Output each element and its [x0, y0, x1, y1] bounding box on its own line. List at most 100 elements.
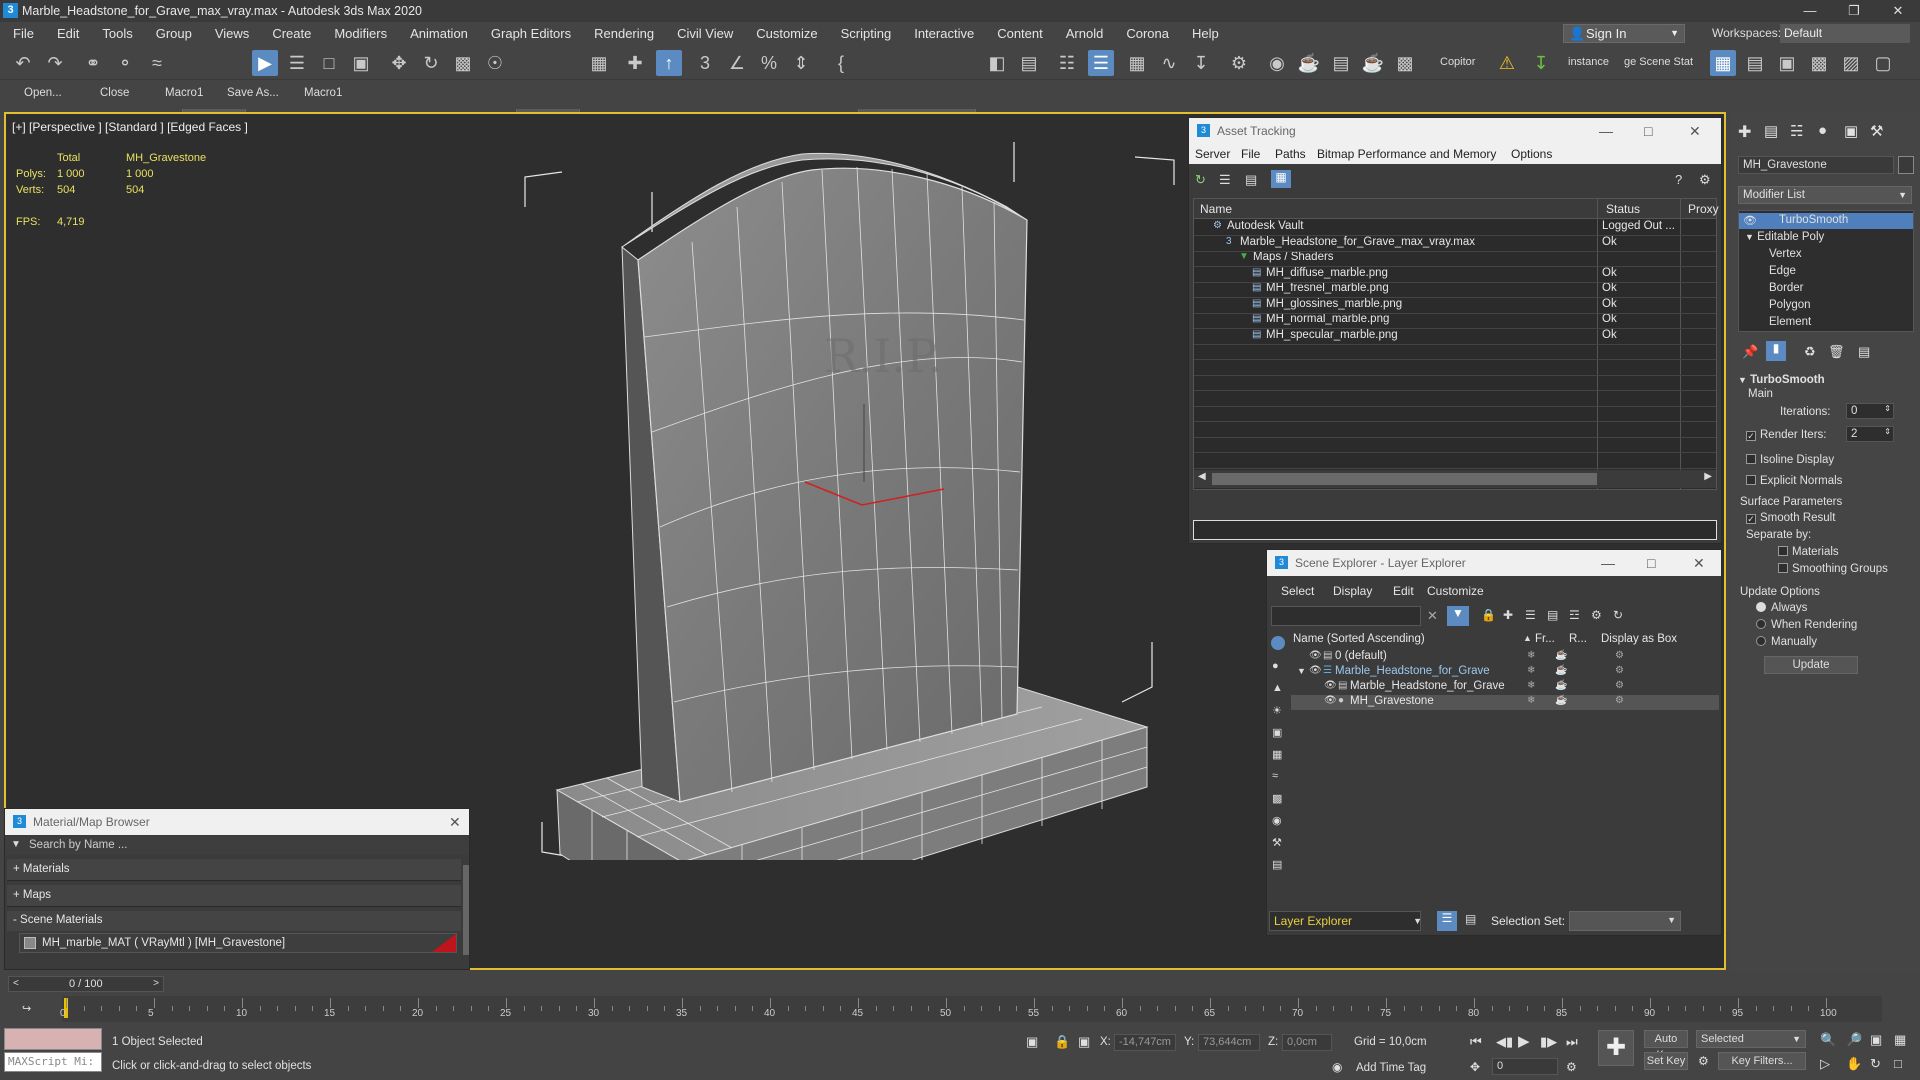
eye-icon[interactable]: 👁 [1309, 650, 1322, 661]
eye-icon[interactable]: 👁 [1324, 695, 1337, 706]
stack-item-editable-poly[interactable]: ▼ Editable Poly [1745, 231, 1824, 243]
material-browser-panel[interactable]: 3 Material/Map Browser ✕ ▼ Search by Nam… [4, 808, 470, 970]
asset-row[interactable]: ▤ MH_diffuse_marble.png [1194, 267, 1597, 282]
material-search-input[interactable]: Search by Name ... [29, 839, 127, 851]
help-icon[interactable]: ? [1675, 172, 1682, 187]
utilities-tab-icon[interactable]: ⚒ [1870, 122, 1883, 140]
col-render[interactable]: R... [1569, 633, 1587, 645]
geometry-icon[interactable]: ● [1272, 660, 1279, 672]
at-menu-options[interactable]: Options [1511, 147, 1552, 161]
x-coordinate-field[interactable]: -14,747cm [1114, 1034, 1176, 1051]
object-name-field[interactable]: MH_Gravestone [1738, 156, 1894, 174]
pan-icon[interactable]: ✋ [1846, 1056, 1862, 1072]
spinner-arrows-icon[interactable]: ⇕ [1884, 404, 1891, 413]
key-mode-icon[interactable]: ✥ [1470, 1060, 1480, 1074]
orbit-icon[interactable]: ↻ [1870, 1056, 1881, 1072]
z-coordinate-field[interactable]: 0,0cm [1282, 1034, 1332, 1051]
table-view-icon[interactable]: ▤ [1245, 172, 1257, 188]
scroll-left-icon[interactable]: ◀ [1198, 471, 1206, 482]
render-teapot-icon[interactable]: ☕ [1555, 665, 1567, 676]
close-icon[interactable]: ✕ [1693, 550, 1705, 576]
asset-row[interactable]: ⚙ Autodesk Vault [1194, 220, 1597, 235]
play-icon[interactable]: ▶ [1518, 1032, 1530, 1050]
zoom-extents-icon[interactable]: ▣ [1870, 1032, 1882, 1048]
key-selected-dropdown[interactable]: Selected ▼ [1696, 1030, 1806, 1048]
add-layer-icon[interactable]: ✚ [1503, 608, 1513, 622]
workspace-dropdown[interactable]: Default [1780, 24, 1910, 43]
asset-row[interactable]: 3 Marble_Headstone_for_Grave_max_vray.max [1194, 236, 1597, 251]
asset-row[interactable]: ▼ Maps / Shaders [1194, 251, 1597, 266]
asset-tracking-panel[interactable]: 3 Asset Tracking — □ ✕ Server File Paths… [1188, 117, 1722, 544]
asset-tracking-titlebar[interactable]: 3 Asset Tracking — □ ✕ [1189, 118, 1721, 144]
configure-sets-icon[interactable]: ▤ [1858, 344, 1870, 360]
zoom-icon[interactable]: 🔍 [1820, 1032, 1836, 1048]
bones-icon[interactable]: ⚒ [1272, 836, 1282, 849]
se-menu-display[interactable]: Display [1333, 584, 1372, 598]
col-name[interactable]: Name [1200, 202, 1232, 216]
scene-materials-group[interactable]: - Scene Materials [7, 911, 461, 931]
remove-modifier-icon[interactable]: 🗑 [1828, 344, 1845, 360]
render-iters-spinner[interactable]: 2 ⇕ [1846, 426, 1894, 442]
sync-icon[interactable]: ↻ [1613, 608, 1623, 622]
stack-item-element[interactable]: Element [1769, 316, 1811, 328]
object-color-swatch[interactable] [1898, 156, 1914, 174]
render-teapot-icon[interactable]: ☕ [1555, 680, 1567, 691]
lock-icon[interactable]: 🔒 [1054, 1034, 1070, 1050]
zoom-extents-all-icon[interactable]: ▦ [1894, 1032, 1906, 1048]
motion-tab-icon[interactable]: ● [1818, 122, 1827, 139]
render-iters-checkbox[interactable]: ✓ Render Iters: [1746, 429, 1826, 441]
asset-path-field[interactable] [1193, 520, 1717, 540]
refresh-icon[interactable]: ↻ [1195, 172, 1206, 188]
eye-icon[interactable]: 👁 [1309, 665, 1322, 676]
minimize-icon[interactable]: — [1788, 0, 1832, 22]
stack-item-vertex[interactable]: Vertex [1769, 248, 1802, 260]
materials-checkbox[interactable]: Materials [1778, 546, 1839, 558]
layer-row[interactable]: 👁 ▤ Marble_Headstone_for_Grave ❄ ☕ ⚙ [1291, 680, 1719, 695]
asset-row[interactable]: ▤ MH_specular_marble.png [1194, 329, 1597, 344]
se-menu-customize[interactable]: Customize [1427, 584, 1484, 598]
minimize-icon[interactable]: — [1599, 118, 1613, 144]
y-coordinate-field[interactable]: 73,644cm [1198, 1034, 1260, 1051]
show-end-result-icon[interactable]: ▮ [1766, 341, 1786, 361]
layout-icon-2[interactable]: ▤ [1742, 50, 1768, 76]
smoothing-groups-checkbox[interactable]: Smoothing Groups [1778, 563, 1888, 575]
freeze-icon[interactable]: ❄ [1527, 680, 1535, 691]
zoom-all-icon[interactable]: 🔎 [1846, 1032, 1862, 1048]
go-to-end-icon[interactable]: ⏭ [1566, 1034, 1578, 1050]
freeze-icon[interactable]: ❄ [1527, 650, 1535, 661]
scrollbar[interactable] [463, 865, 469, 955]
stack-item-turbosmooth[interactable]: 👁 TurboSmooth [1739, 213, 1913, 229]
asset-row[interactable]: ▤ MH_normal_marble.png [1194, 313, 1597, 328]
chevron-down-icon[interactable]: ▼ [1297, 666, 1306, 676]
layout-icon-3[interactable]: ▣ [1774, 50, 1800, 76]
helpers-icon[interactable]: ▦ [1272, 748, 1282, 761]
material-search-bar[interactable]: ▼ Search by Name ... [5, 837, 469, 855]
display-tab-icon[interactable]: ▣ [1844, 122, 1858, 140]
at-menu-bitmap[interactable]: Bitmap Performance and Memory [1317, 147, 1496, 161]
make-unique-icon[interactable]: ♻ [1804, 344, 1816, 360]
list-view-icon[interactable]: ☰ [1219, 172, 1231, 188]
maxscript-mini-listener[interactable]: MAXScript Mi: [4, 1052, 102, 1072]
layers-icon[interactable]: ☰ [1525, 608, 1536, 622]
update-button[interactable]: Update [1764, 656, 1858, 674]
current-frame-field[interactable]: 0 [1492, 1058, 1558, 1075]
col-proxy[interactable]: Proxy [1688, 202, 1719, 216]
modify-tab-icon[interactable]: ▤ [1764, 122, 1778, 140]
auto-key-button[interactable]: Auto Key [1644, 1030, 1688, 1061]
material-browser-titlebar[interactable]: 3 Material/Map Browser ✕ [5, 809, 469, 835]
at-menu-file[interactable]: File [1241, 147, 1260, 161]
shapes-icon[interactable]: ▲ [1272, 682, 1283, 694]
col-display-box[interactable]: Display as Box [1601, 633, 1677, 645]
render-teapot-icon[interactable]: ☕ [1555, 650, 1567, 661]
create-tab-icon[interactable]: ✚ [1738, 122, 1751, 142]
maps-group[interactable]: + Maps [7, 885, 461, 907]
cameras-icon[interactable]: ▣ [1272, 726, 1282, 739]
field-of-view-icon[interactable]: ▷ [1820, 1056, 1830, 1072]
layout-icon-5[interactable]: ▨ [1838, 50, 1864, 76]
layer-explorer-dropdown[interactable]: Layer Explorer ▼ [1269, 911, 1422, 931]
groups-icon[interactable]: ▩ [1272, 792, 1282, 805]
maximize-icon[interactable]: □ [1644, 118, 1652, 144]
manually-radio[interactable]: Manually [1756, 636, 1817, 648]
containers-icon[interactable]: ▤ [1272, 858, 1282, 871]
stack-item-edge[interactable]: Edge [1769, 265, 1796, 277]
